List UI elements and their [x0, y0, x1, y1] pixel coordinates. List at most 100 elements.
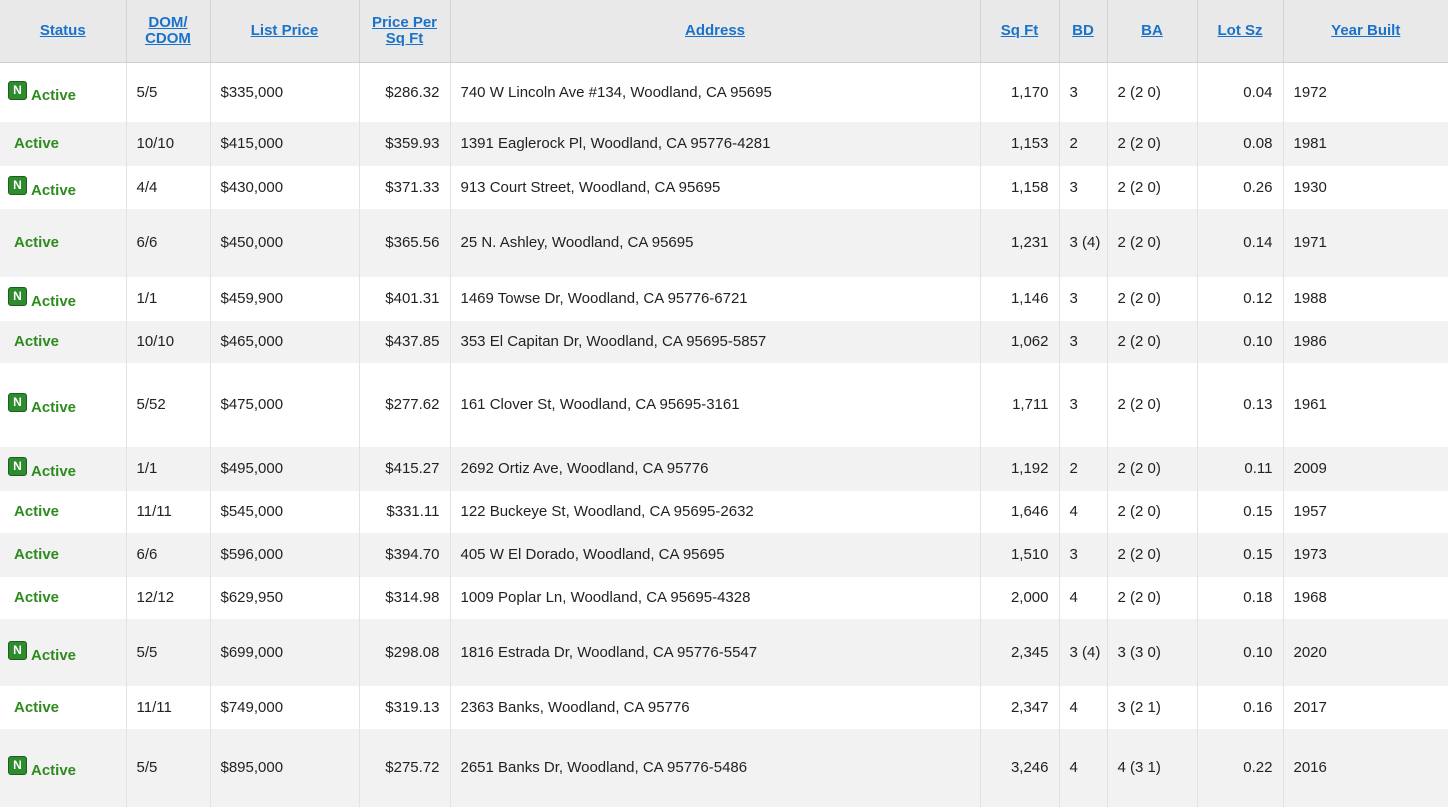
address-cell[interactable]: 1816 Estrada Dr, Woodland, CA 95776-5547 [450, 618, 981, 686]
bd-cell: 3 [1059, 532, 1108, 577]
dom-cell: 10/10 [126, 121, 211, 166]
sqft-cell: 2,000 [980, 576, 1060, 619]
new-listing-badge-icon: N [8, 457, 27, 476]
lot-sz-cell: 0.04 [1197, 62, 1284, 122]
status-cell: N Active [0, 362, 127, 447]
table-row[interactable]: N Active 5/5 $699,000 $298.08 1816 Estrada Dr… [0, 618, 1448, 686]
address-cell[interactable]: 913 Court Street, Woodland, CA 95695 [450, 165, 981, 209]
price-per-sqft-cell: $331.11 [359, 490, 451, 533]
list-price-cell: $450,000 [210, 208, 360, 277]
address-cell[interactable]: 353 El Capitan Dr, Woodland, CA 95695-58… [450, 320, 981, 363]
new-listing-badge-icon: N [8, 175, 27, 195]
status-cell: Active [0, 320, 127, 363]
sort-year-built-link[interactable]: Year Built [1331, 22, 1400, 39]
ba-cell: 4 (3 1) [1107, 728, 1198, 807]
col-header-sqft: Sq Ft [980, 0, 1060, 63]
year-built-cell: 1973 [1283, 532, 1448, 577]
status-text: Active [31, 646, 77, 664]
table-row[interactable]: Active 6/6 $596,000 $394.70 405 W El Dorado,… [0, 532, 1448, 577]
sort-address-link[interactable]: Address [685, 22, 745, 39]
table-row[interactable]: Active 12/12 $629,950 $314.98 1009 Poplar Ln… [0, 576, 1448, 619]
status-cell: N Active [0, 618, 127, 686]
sort-ba-link[interactable]: BA [1141, 22, 1163, 39]
status-text: Active [31, 463, 77, 480]
price-per-sqft-cell: $371.33 [359, 165, 451, 209]
list-price-cell: $629,950 [210, 576, 360, 619]
table-row[interactable]: N Active 1/1 $495,000 $415.27 2692 Ortiz Ave,… [0, 446, 1448, 491]
year-built-cell: 1971 [1283, 208, 1448, 277]
sort-sqft-link[interactable]: Sq Ft [1001, 22, 1039, 39]
address-cell[interactable]: 1469 Towse Dr, Woodland, CA 95776-6721 [450, 276, 981, 321]
address-cell[interactable]: 161 Clover St, Woodland, CA 95695-3161 [450, 362, 981, 447]
ba-cell: 2 (2 0) [1107, 362, 1198, 447]
list-price-cell: $895,000 [210, 728, 360, 807]
sqft-cell: 3,246 [980, 728, 1060, 807]
lot-sz-cell: 0.08 [1197, 121, 1284, 166]
table-row[interactable]: N Active 5/5 $895,000 $275.72 2651 Banks Dr, … [0, 728, 1448, 807]
address-cell[interactable]: 2363 Banks, Woodland, CA 95776 [450, 685, 981, 729]
year-built-cell: 1968 [1283, 576, 1448, 619]
status-cell: N Active [0, 62, 127, 122]
dom-cell: 6/6 [126, 208, 211, 277]
status-cell: Active [0, 121, 127, 166]
address-cell[interactable]: 2692 Ortiz Ave, Woodland, CA 95776 [450, 446, 981, 491]
year-built-cell: 1930 [1283, 165, 1448, 209]
list-price-cell: $545,000 [210, 490, 360, 533]
table-row[interactable]: N Active 5/52 $475,000 $277.62 161 Clover St,… [0, 362, 1448, 447]
sqft-cell: 1,170 [980, 62, 1060, 122]
dom-cell: 11/11 [126, 685, 211, 729]
sqft-cell: 1,510 [980, 532, 1060, 577]
status-text: Active [14, 698, 60, 716]
price-per-sqft-cell: $286.32 [359, 62, 451, 122]
year-built-cell: 1988 [1283, 276, 1448, 321]
table-row[interactable]: Active 6/6 $450,000 $365.56 25 N. Ashley, Wo… [0, 208, 1448, 277]
bd-cell: 2 [1059, 446, 1108, 491]
sort-bd-link[interactable]: BD [1072, 22, 1094, 39]
bd-cell: 3 [1059, 276, 1108, 321]
bd-cell: 3 (4) [1059, 208, 1108, 277]
table-row[interactable]: Active 10/10 $465,000 $437.85 353 El Capitan… [0, 320, 1448, 363]
bd-cell: 2 [1059, 121, 1108, 166]
address-cell[interactable]: 122 Buckeye St, Woodland, CA 95695-2632 [450, 490, 981, 533]
table-row[interactable]: Active 11/11 $749,000 $319.13 2363 Banks, Wo… [0, 685, 1448, 729]
dom-cell: 6/6 [126, 532, 211, 577]
lot-sz-cell: 0.15 [1197, 532, 1284, 577]
table-row[interactable]: N Active 1/1 $459,900 $401.31 1469 Towse Dr, … [0, 276, 1448, 321]
table-row[interactable]: Active 10/10 $415,000 $359.93 1391 Eaglerock… [0, 121, 1448, 166]
table-row[interactable]: N Active 5/5 $335,000 $286.32 740 W Lincoln A… [0, 62, 1448, 122]
year-built-cell: 2020 [1283, 618, 1448, 686]
bd-cell: 4 [1059, 685, 1108, 729]
address-cell[interactable]: 25 N. Ashley, Woodland, CA 95695 [450, 208, 981, 277]
year-built-cell: 1972 [1283, 62, 1448, 122]
table-row[interactable]: N Active 4/4 $430,000 $371.33 913 Court Stree… [0, 165, 1448, 209]
price-per-sqft-cell: $277.62 [359, 362, 451, 447]
ba-cell: 2 (2 0) [1107, 490, 1198, 533]
sqft-cell: 2,347 [980, 685, 1060, 729]
sort-list-price-link[interactable]: List Price [251, 22, 319, 39]
table-row[interactable]: Active 11/11 $545,000 $331.11 122 Buckeye St… [0, 490, 1448, 533]
dom-label-line1: DOM/ [148, 14, 188, 31]
year-built-cell: 1981 [1283, 121, 1448, 166]
address-cell[interactable]: 740 W Lincoln Ave #134, Woodland, CA 956… [450, 62, 981, 122]
address-cell[interactable]: 405 W El Dorado, Woodland, CA 95695 [450, 532, 981, 577]
sqft-cell: 2,345 [980, 618, 1060, 686]
ppsf-label-line2: Sq Ft [385, 30, 424, 47]
price-per-sqft-cell: $319.13 [359, 685, 451, 729]
status-text: Active [14, 589, 60, 606]
status-text: Active [31, 293, 77, 310]
ba-cell: 2 (2 0) [1107, 576, 1198, 619]
price-per-sqft-cell: $394.70 [359, 532, 451, 577]
sort-price-per-sqft-link[interactable]: Price Per Sq Ft [372, 14, 437, 47]
address-cell[interactable]: 1391 Eaglerock Pl, Woodland, CA 95776-42… [450, 121, 981, 166]
lot-sz-cell: 0.16 [1197, 685, 1284, 729]
address-cell[interactable]: 2651 Banks Dr, Woodland, CA 95776-5486 [450, 728, 981, 807]
price-per-sqft-cell: $415.27 [359, 446, 451, 491]
sort-status-link[interactable]: Status [40, 22, 86, 39]
dom-label-line2: CDOM [145, 30, 191, 47]
bd-cell: 4 [1059, 490, 1108, 533]
lot-sz-cell: 0.18 [1197, 576, 1284, 619]
sort-lot-sz-link[interactable]: Lot Sz [1218, 22, 1263, 39]
address-cell[interactable]: 1009 Poplar Ln, Woodland, CA 95695-4328 [450, 576, 981, 619]
bd-cell: 3 (4) [1059, 618, 1108, 686]
sort-dom-link[interactable]: DOM/CDOM [145, 14, 191, 47]
